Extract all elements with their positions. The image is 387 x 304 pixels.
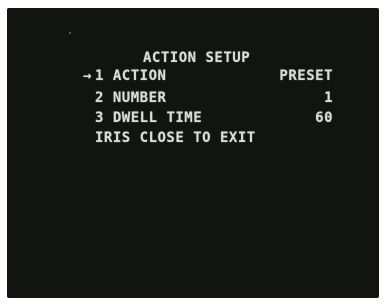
osd-menu: ACTION SETUP → 1 ACTION PRESET 2 NUMBER … [7,8,379,298]
menu-item-value: 60 [315,110,333,126]
menu-item-label: NUMBER [112,90,167,106]
menu-item-label: DWELL TIME [112,110,203,126]
menu-item-value: PRESET [279,68,333,84]
menu-item-action[interactable]: → 1 ACTION PRESET [83,68,333,85]
menu-item-label: ACTION [112,68,167,84]
menu-item-number: 3 [95,110,104,126]
menu-item-number: 2 [95,90,104,106]
menu-item-dwell-time[interactable]: 3 DWELL TIME 60 [83,110,333,127]
camera-osd-screen: ACTION SETUP → 1 ACTION PRESET 2 NUMBER … [7,8,379,298]
menu-item-number-setting[interactable]: 2 NUMBER 1 [83,90,333,107]
exit-hint: IRIS CLOSE TO EXIT [95,130,256,146]
arrow-right-icon: → [83,68,92,84]
menu-item-number: 1 [95,68,104,84]
menu-item-value: 1 [324,90,333,106]
menu-title: ACTION SETUP [143,50,251,66]
